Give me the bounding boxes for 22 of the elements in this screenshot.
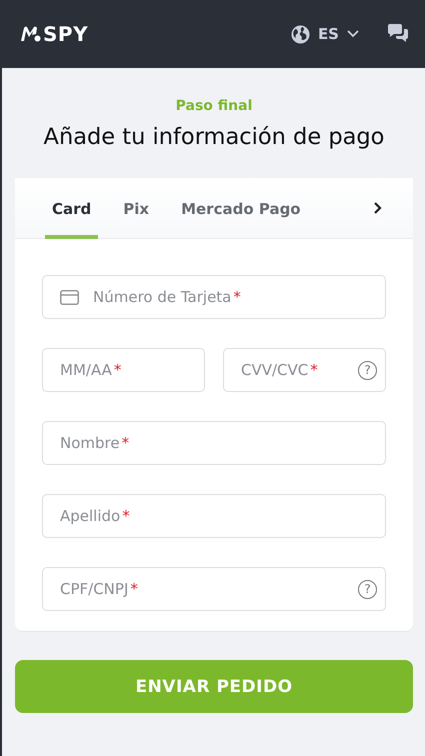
step-label: Paso final bbox=[176, 98, 252, 114]
credit-card-icon bbox=[60, 290, 79, 304]
help-icon[interactable]: ? bbox=[358, 580, 377, 598]
input-field[interactable]: CPF/CNPJ* ? bbox=[42, 567, 386, 611]
input-field[interactable]: Apellido* bbox=[42, 494, 386, 538]
chevron-down-icon bbox=[347, 30, 359, 38]
language-selector[interactable]: ES bbox=[290, 24, 359, 44]
input-field[interactable]: CVV/CVC* ? bbox=[223, 348, 386, 392]
payment-tab[interactable]: Mercado Pago bbox=[174, 178, 308, 239]
input-field[interactable]: MM/AA* bbox=[42, 348, 205, 392]
chat-icon[interactable] bbox=[387, 24, 409, 44]
input-field[interactable]: Número de Tarjeta* bbox=[42, 275, 386, 319]
globe-icon bbox=[290, 24, 310, 44]
logo-text: SPY bbox=[43, 22, 88, 46]
payment-tab[interactable]: Pix bbox=[116, 178, 156, 239]
payment-tab[interactable]: Card bbox=[45, 178, 98, 239]
submit-button[interactable]: ENVIAR PEDIDO bbox=[15, 660, 413, 713]
help-icon[interactable]: ? bbox=[358, 360, 377, 380]
input-field[interactable]: Nombre* bbox=[42, 421, 386, 465]
chevron-right-icon[interactable] bbox=[373, 201, 383, 215]
logo-icon bbox=[20, 26, 42, 42]
page-title: Añade tu información de pago bbox=[44, 124, 384, 150]
